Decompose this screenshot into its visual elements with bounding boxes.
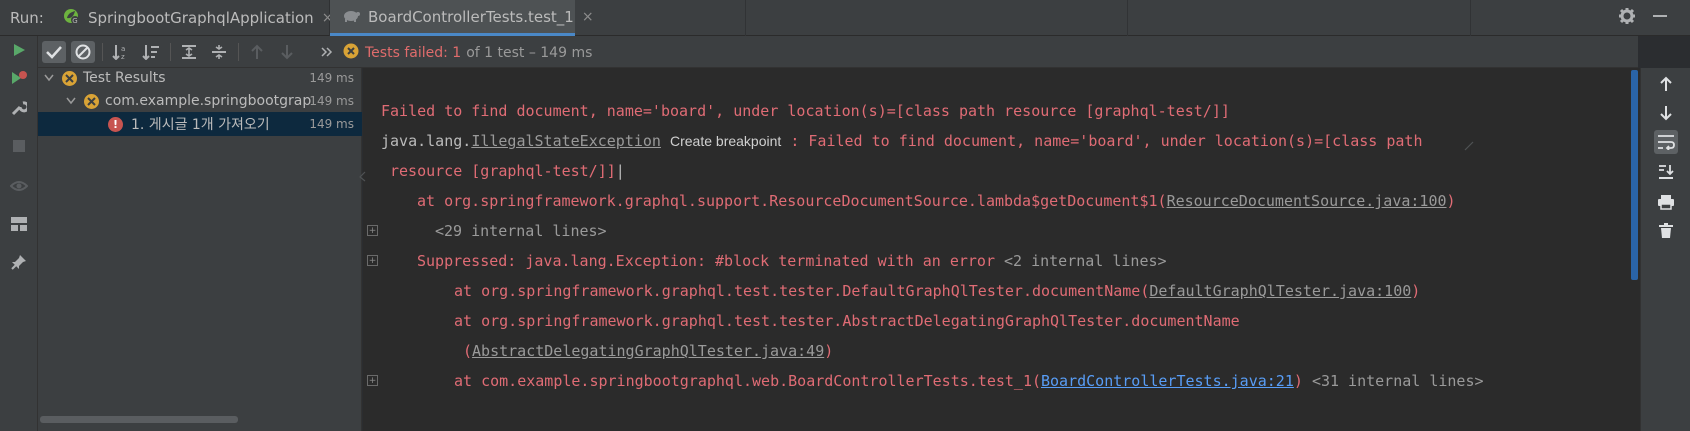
tab-label: SpringbootGraphqlApplication [88, 9, 314, 27]
tree-item-label: 1. 게시글 1개 가져오기 [131, 117, 270, 133]
fold-expand-icon[interactable]: + [367, 225, 378, 236]
tree-item-time: 149 ms [309, 71, 354, 85]
run-side-toolbar [0, 36, 38, 431]
tab-label: BoardControllerTests.test_1 [368, 7, 574, 26]
show-ignored-icon[interactable] [71, 41, 95, 63]
console-line: at com.example.springbootgraphql.web.Boa… [454, 372, 1484, 390]
down-arrow-icon[interactable] [1654, 101, 1678, 125]
stop-icon[interactable] [9, 136, 29, 156]
wrench-icon[interactable] [9, 98, 29, 118]
console-output[interactable]: Failed to find document, name='board', u… [359, 68, 1640, 431]
console-line: Suppressed: java.lang.Exception: #block … [417, 252, 1167, 270]
collapse-all-icon[interactable] [207, 41, 231, 63]
console-side-toolbar [1640, 68, 1690, 431]
source-link[interactable]: DefaultGraphQlTester.java:100 [1149, 282, 1411, 300]
prev-failed-icon[interactable] [245, 41, 269, 63]
failed-status-icon [62, 70, 77, 86]
tree-item-time: 149 ms [309, 94, 354, 108]
sort-duration-icon[interactable] [139, 41, 163, 63]
run-label: Run: [10, 9, 44, 27]
layout-icon[interactable] [9, 214, 29, 234]
exception-link[interactable]: IllegalStateException [471, 132, 661, 150]
tab-board-controller-tests[interactable]: BoardControllerTests.test_1 × [330, 0, 594, 36]
vertical-scrollbar[interactable] [1630, 68, 1640, 431]
pin-icon[interactable] [9, 252, 29, 272]
toolbar-divider [238, 43, 239, 61]
tree-item-package[interactable]: com.example.springbootgrap 149 ms [38, 89, 362, 113]
test-turtle-icon [342, 7, 360, 27]
console-line: Failed to find document, name='board', u… [381, 102, 1230, 120]
soft-wrap-icon[interactable] [1654, 130, 1678, 154]
failed-warning-icon [343, 43, 359, 63]
toolbar-divider [170, 43, 171, 61]
console-line: at org.springframework.graphql.test.test… [454, 282, 1421, 300]
test-results-tree: Test Results 149 ms com.example.springbo… [38, 68, 362, 431]
tab-divider [1127, 0, 1128, 36]
sort-alpha-icon[interactable]: az [109, 41, 133, 63]
tab-divider [745, 0, 746, 36]
tests-summary-text: of 1 test – 149 ms [466, 45, 593, 61]
tree-item-test-results[interactable]: Test Results 149 ms [38, 66, 362, 90]
tree-item-time: 149 ms [309, 117, 354, 131]
close-icon[interactable]: × [582, 9, 594, 25]
next-failed-icon[interactable] [275, 41, 299, 63]
test-toolbar: az Tests failed: 1 of 1 test – 149 ms [38, 36, 1638, 68]
source-link[interactable]: BoardControllerTests.java:21 [1041, 372, 1294, 390]
error-status-icon: ! [108, 116, 123, 132]
create-breakpoint-link[interactable]: Create breakpoint [670, 133, 781, 149]
eye-icon[interactable] [9, 176, 29, 196]
test-status: Tests failed: 1 of 1 test – 149 ms [343, 43, 592, 63]
tab-springboot-application[interactable]: G SpringbootGraphqlApplication × [50, 0, 333, 36]
svg-text:a: a [121, 45, 125, 53]
source-link[interactable]: ResourceDocumentSource.java:100 [1167, 192, 1447, 210]
console-line: (AbstractDelegatingGraphQlTester.java:49… [463, 342, 834, 360]
show-passed-icon[interactable] [42, 41, 66, 63]
toolbar-divider [102, 43, 103, 61]
rerun-failed-icon[interactable] [9, 68, 29, 88]
fold-expand-icon[interactable]: + [367, 255, 378, 266]
tree-item-label: com.example.springbootgrap [105, 93, 312, 109]
scrollbar-thumb[interactable] [1631, 70, 1638, 280]
console-line: at org.springframework.graphql.test.test… [454, 312, 1240, 330]
svg-text:z: z [121, 53, 125, 60]
console-line: java.lang.IllegalStateException Create b… [381, 132, 1423, 150]
tree-item-test-case[interactable]: ! 1. 게시글 1개 가져오기 149 ms [38, 112, 362, 136]
play-icon[interactable] [9, 40, 29, 60]
gear-icon[interactable] [1618, 7, 1636, 29]
trash-icon[interactable] [1654, 219, 1678, 243]
tab-divider [1470, 0, 1471, 36]
more-icon[interactable] [315, 41, 339, 63]
source-link[interactable]: AbstractDelegatingGraphQlTester.java:49 [472, 342, 824, 360]
soft-wrap-start-icon [357, 170, 369, 186]
minimize-icon[interactable] [1652, 8, 1668, 28]
chevron-down-icon[interactable] [42, 72, 56, 85]
spring-app-icon: G [62, 7, 80, 29]
soft-wrap-end-icon [1463, 140, 1475, 156]
top-right-actions [1618, 0, 1668, 36]
horizontal-scrollbar[interactable] [40, 416, 238, 423]
console-line: <29 internal lines> [435, 222, 607, 240]
scroll-to-end-icon[interactable] [1654, 160, 1678, 184]
failed-status-icon [84, 93, 99, 109]
up-arrow-icon[interactable] [1654, 72, 1678, 96]
expand-all-icon[interactable] [177, 41, 201, 63]
svg-text:G: G [72, 17, 77, 25]
fold-expand-icon[interactable]: + [367, 375, 378, 386]
tree-item-label: Test Results [83, 70, 166, 86]
console-line: resource [graphql-test/]]| [390, 162, 625, 180]
tests-failed-text: Tests failed: 1 [365, 45, 462, 61]
print-icon[interactable] [1654, 190, 1678, 214]
console-line: at org.springframework.graphql.support.R… [417, 192, 1456, 210]
chevron-down-icon[interactable] [64, 95, 78, 108]
run-tab-bar: Run: G SpringbootGraphqlApplication × Bo… [0, 0, 1690, 36]
